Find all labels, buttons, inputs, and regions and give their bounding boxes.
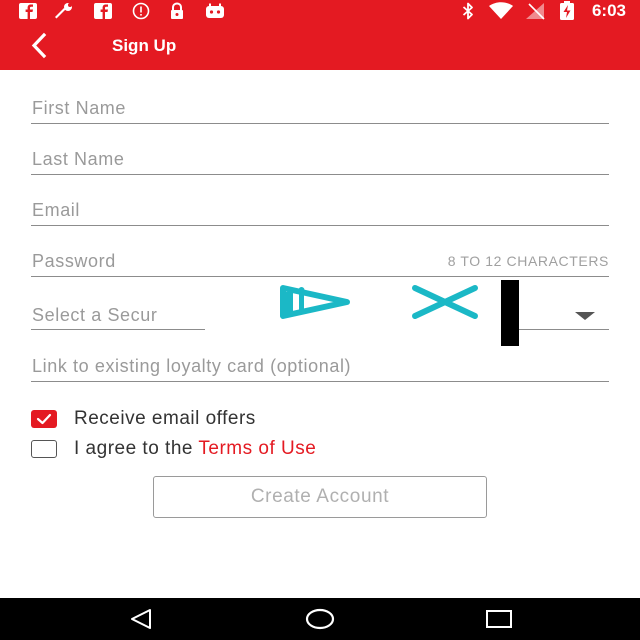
lock-icon [168, 2, 186, 20]
security-question-text: Select a Secur [32, 305, 158, 325]
terms-checkbox[interactable] [31, 440, 57, 458]
email-offers-checkbox[interactable] [31, 410, 57, 428]
alert-icon [131, 2, 151, 20]
loyalty-card-field[interactable] [31, 352, 609, 382]
first-name-field[interactable] [31, 94, 609, 124]
first-name-input[interactable] [31, 94, 609, 122]
close-icon[interactable] [412, 285, 478, 319]
battery-icon [558, 1, 576, 20]
terms-label: I agree to the Terms of Use [74, 438, 316, 460]
loyalty-card-input[interactable] [31, 352, 609, 380]
signal-icon [524, 2, 546, 20]
overlay-divider [501, 280, 519, 346]
nav-recents-icon[interactable] [482, 606, 516, 632]
last-name-input[interactable] [31, 145, 609, 173]
email-field[interactable] [31, 196, 609, 226]
last-name-field[interactable] [31, 145, 609, 175]
wifi-icon [488, 2, 514, 20]
password-hint: 8 TO 12 CHARACTERS [447, 253, 609, 269]
app-bar: Sign Up [0, 22, 640, 70]
facebook-icon [18, 2, 38, 20]
nav-home-icon[interactable] [303, 606, 337, 632]
checkmark-icon [36, 413, 52, 425]
facebook-icon [93, 2, 113, 20]
nav-bar [0, 598, 640, 640]
bluetooth-icon [460, 2, 476, 20]
dropdown-arrow-icon[interactable] [575, 312, 595, 320]
android-icon [204, 2, 226, 20]
password-field[interactable]: 8 TO 12 CHARACTERS [31, 247, 609, 277]
status-bar: 6:03 [0, 0, 640, 22]
wrench-icon [52, 2, 76, 20]
nav-back-icon[interactable] [124, 606, 158, 632]
email-input[interactable] [31, 196, 609, 224]
page-title: Sign Up [112, 36, 177, 55]
ad-overlay [205, 280, 519, 346]
ad-choices-icon[interactable] [280, 285, 350, 319]
email-offers-label: Receive email offers [74, 408, 256, 429]
create-account-button[interactable]: Create Account [153, 476, 487, 518]
terms-of-use-link[interactable]: Terms of Use [198, 438, 316, 459]
terms-label-prefix: I agree to the [74, 438, 199, 459]
status-time: 6:03 [591, 1, 626, 20]
back-button[interactable] [28, 32, 58, 60]
back-arrow-icon[interactable] [28, 32, 58, 60]
